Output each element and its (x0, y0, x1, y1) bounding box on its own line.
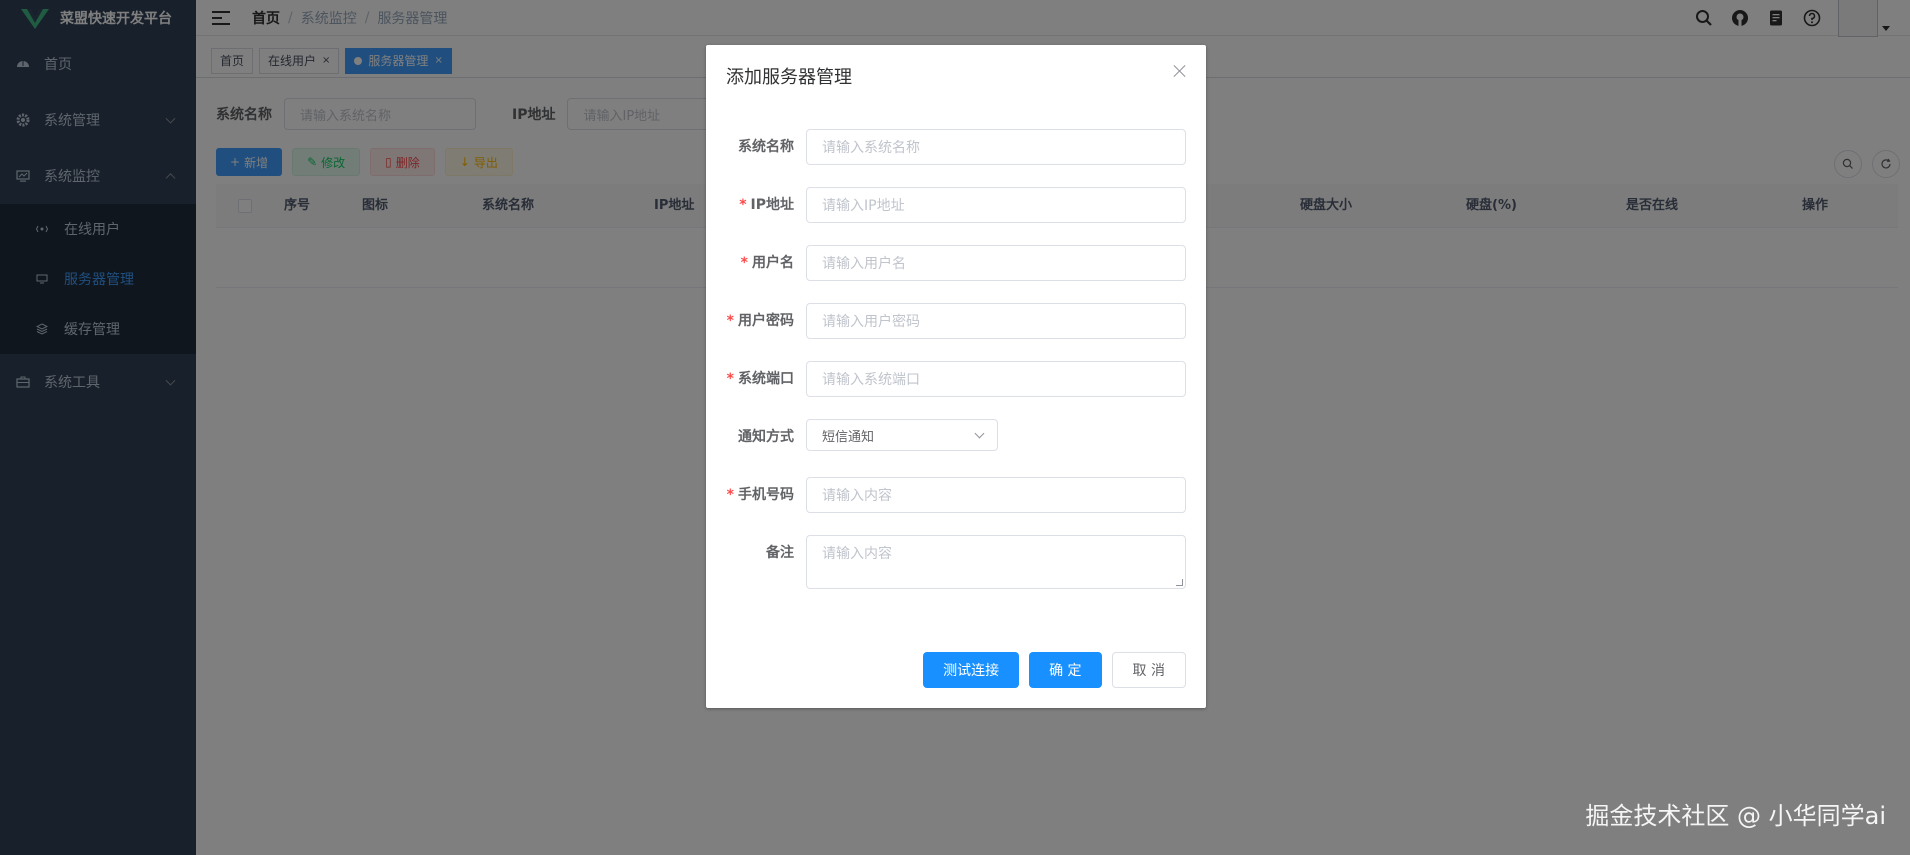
dialog-footer: 测试连接 确 定 取 消 (923, 652, 1186, 688)
username-label: * 用户名 (740, 255, 794, 271)
form-row-remark: 备注 请输入内容 (706, 535, 1206, 589)
add-server-dialog: 添加服务器管理 系统名称 请输入系统名称 * IP地址 请输入IP地址 * 用户名 … (706, 45, 1206, 708)
form-row-phone: * 手机号码 请输入内容 (706, 477, 1206, 513)
form-row-ip: * IP地址 请输入IP地址 (706, 187, 1206, 223)
remark-label: 备注 (766, 545, 794, 561)
ip-label: * IP地址 (739, 197, 794, 213)
form-row-password: * 用户密码 请输入用户密码 (706, 303, 1206, 339)
remark-placeholder: 请输入内容 (822, 546, 892, 562)
test-connection-button[interactable]: 测试连接 (923, 652, 1020, 688)
port-input[interactable]: 请输入系统端口 (806, 361, 1186, 397)
port-label: * 系统端口 (726, 371, 794, 387)
dialog-title: 添加服务器管理 (726, 67, 852, 88)
remark-textarea[interactable]: 请输入内容 (806, 535, 1186, 589)
notify-select[interactable]: 短信通知 (806, 419, 998, 451)
required-mark: * (739, 197, 747, 213)
form-row-username: * 用户名 请输入用户名 (706, 245, 1206, 281)
system-name-input[interactable]: 请输入系统名称 (806, 129, 1186, 165)
notify-value: 短信通知 (822, 429, 875, 445)
form-row-system-name: 系统名称 请输入系统名称 (706, 129, 1206, 165)
close-icon[interactable] (1174, 65, 1186, 77)
chevron-down-icon (974, 428, 985, 439)
confirm-button[interactable]: 确 定 (1029, 652, 1102, 688)
system-name-label: 系统名称 (738, 139, 794, 155)
password-input[interactable]: 请输入用户密码 (806, 303, 1186, 339)
required-mark: * (726, 487, 734, 503)
form-row-notify: 通知方式 短信通知 (706, 419, 1206, 455)
password-label: * 用户密码 (726, 313, 794, 329)
required-mark: * (740, 255, 748, 271)
resize-handle-icon[interactable] (1176, 579, 1183, 586)
required-mark: * (726, 313, 734, 329)
username-input[interactable]: 请输入用户名 (806, 245, 1186, 281)
form-row-port: * 系统端口 请输入系统端口 (706, 361, 1206, 397)
required-mark: * (726, 371, 734, 387)
phone-input[interactable]: 请输入内容 (806, 477, 1186, 513)
notify-label: 通知方式 (738, 429, 794, 445)
cancel-button[interactable]: 取 消 (1111, 652, 1186, 688)
phone-label: * 手机号码 (726, 487, 794, 503)
ip-input[interactable]: 请输入IP地址 (806, 187, 1186, 223)
watermark: 掘金技术社区 @ 小华同学ai (1585, 802, 1886, 830)
